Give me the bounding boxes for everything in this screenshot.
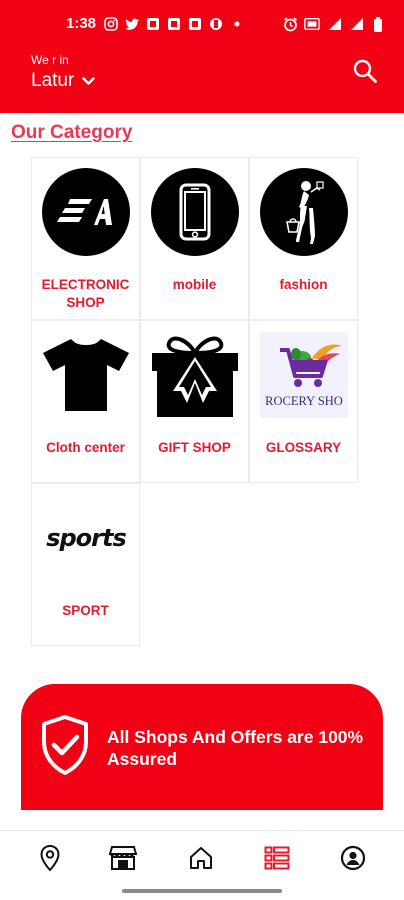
- chevron-down-icon: [82, 70, 96, 92]
- twitter-icon: [124, 16, 140, 32]
- category-title: Our Category: [11, 122, 133, 143]
- category-image: [259, 167, 349, 257]
- assurance-banner: All Shops And Offers are 100% Assured: [21, 684, 383, 810]
- category-tile-fashion[interactable]: fashion: [249, 157, 358, 320]
- search-icon: [352, 59, 378, 88]
- nav-home[interactable]: [186, 843, 216, 873]
- category-tile-glossary[interactable]: ROCERY SHO GLOSSARY: [249, 320, 358, 483]
- shield-check-icon: [39, 714, 91, 776]
- volte-icon: [304, 16, 320, 32]
- tshirt-icon: [43, 339, 129, 411]
- category-image: sports: [41, 493, 131, 583]
- category-label: SPORT: [62, 603, 109, 618]
- system-icons: [282, 16, 386, 32]
- sports-wordmark: sports: [46, 524, 127, 552]
- category-image: [150, 167, 240, 257]
- location-name: Latur: [31, 70, 75, 91]
- grocery-logo-text: ROCERY SHO: [265, 394, 343, 408]
- category-label: GIFT SHOP: [158, 440, 231, 455]
- battery-icon: [370, 16, 386, 32]
- category-tile-cloth-center[interactable]: Cloth center: [31, 320, 140, 483]
- nav-shops[interactable]: [108, 843, 138, 873]
- category-image: ROCERY SHO: [259, 330, 349, 420]
- category-tile-sport[interactable]: sports SPORT: [31, 483, 140, 646]
- status-time: 1:38: [66, 15, 97, 32]
- instagram-icon: [103, 16, 119, 32]
- nav-profile[interactable]: [338, 843, 368, 873]
- app-notification-icon: [187, 16, 203, 32]
- category-tile-electronic-shop[interactable]: ELECTRONIC SHOP: [31, 157, 140, 320]
- home-indicator[interactable]: [122, 889, 282, 893]
- nav-categories[interactable]: [262, 843, 292, 873]
- category-tile-gift-shop[interactable]: GIFT SHOP: [140, 320, 249, 483]
- app-header: 1:38 We r in Latur: [0, 0, 404, 113]
- app-notification-icon: [208, 16, 224, 32]
- more-dot-icon: [229, 16, 245, 32]
- cell-signal-icon: [348, 16, 364, 32]
- grocery-cart-logo: ROCERY SHO: [260, 332, 348, 418]
- gift-box-icon: [152, 336, 238, 417]
- location-caption: We r in: [31, 53, 69, 67]
- smartphone-icon: [151, 168, 239, 256]
- app-notification-icon: [166, 16, 182, 32]
- category-label: mobile: [172, 277, 217, 292]
- list-icon: [264, 846, 290, 870]
- category-image: [150, 330, 240, 420]
- notification-icons: [103, 16, 245, 32]
- category-label: Cloth center: [46, 440, 125, 455]
- home-icon: [190, 847, 212, 869]
- category-image: [41, 330, 131, 420]
- category-image: [41, 167, 131, 257]
- app-notification-icon: [145, 16, 161, 32]
- status-bar: 1:38: [0, 12, 404, 40]
- category-label: fashion: [279, 277, 328, 292]
- app-screen: 1:38 We r in Latur Our Category ELECTRON…: [0, 0, 404, 900]
- category-label: GLOSSARY: [265, 440, 342, 455]
- alarm-icon: [282, 16, 298, 32]
- ea-logo: [42, 168, 130, 256]
- location-pin-icon: [40, 844, 60, 872]
- storefront-icon: [109, 846, 137, 870]
- wifi-signal-icon: [326, 16, 342, 32]
- nav-location[interactable]: [35, 843, 65, 873]
- fashion-woman-icon: [260, 168, 348, 256]
- assurance-text: All Shops And Offers are 100% Assured: [107, 727, 364, 769]
- category-tile-mobile[interactable]: mobile: [140, 157, 249, 320]
- category-label: ELECTRONIC SHOP: [41, 277, 130, 310]
- profile-icon: [340, 845, 366, 871]
- location-selector[interactable]: Latur: [31, 70, 96, 92]
- search-button[interactable]: [352, 58, 378, 84]
